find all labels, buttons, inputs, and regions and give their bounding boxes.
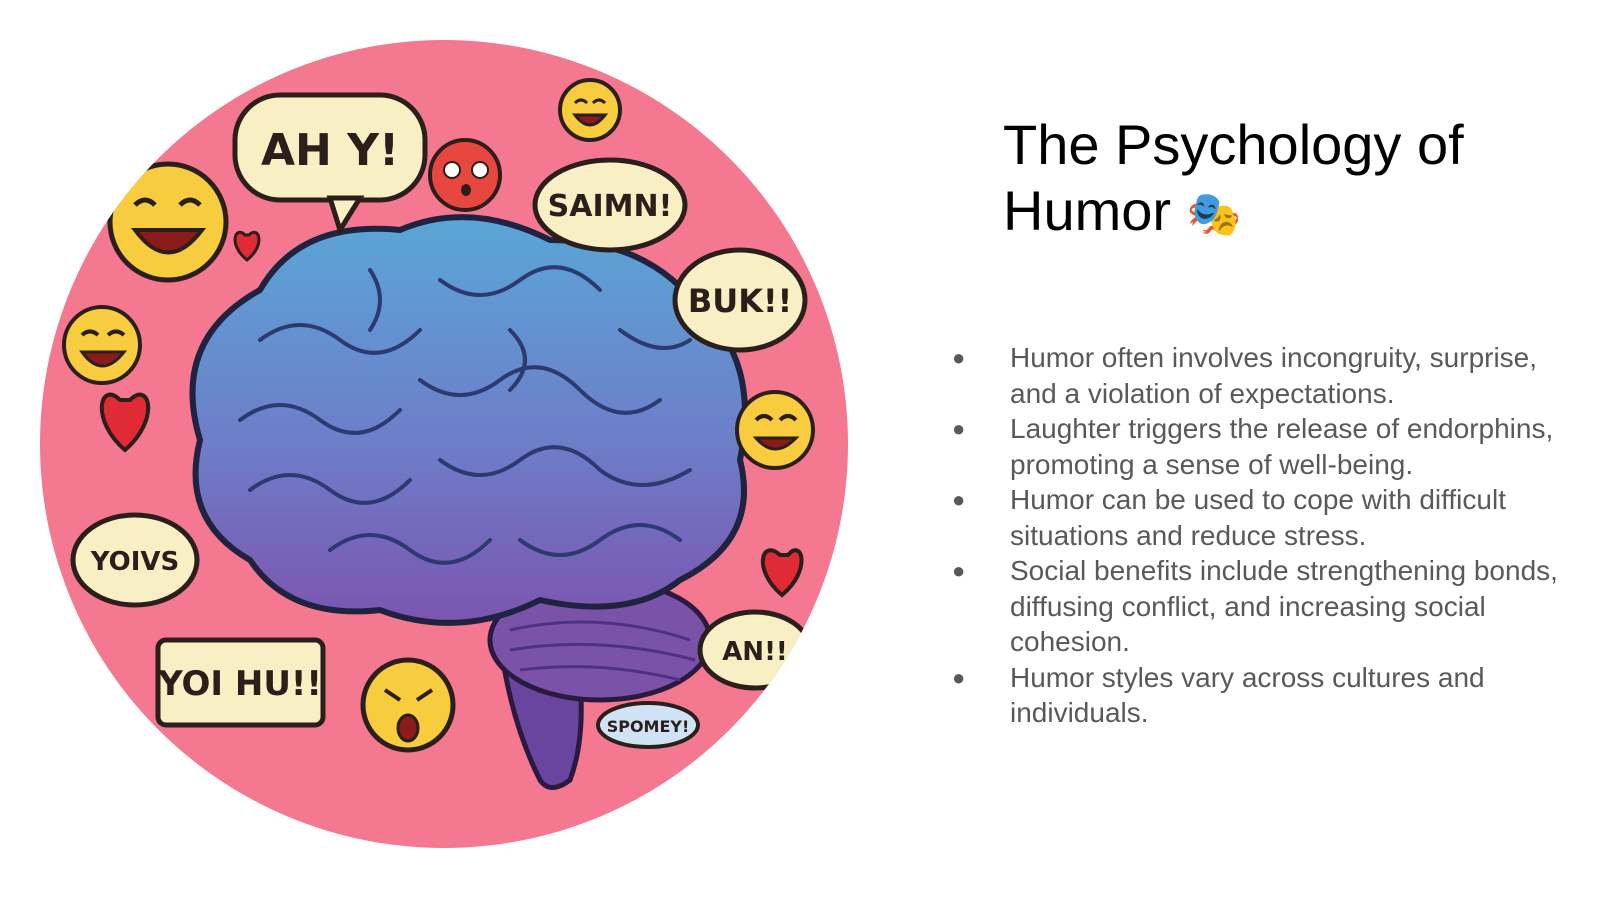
- bullet-item: ● Humor styles vary across cultures and i…: [950, 660, 1570, 731]
- bullet-marker: ●: [952, 558, 966, 583]
- surprised-emoji-icon: [360, 657, 456, 753]
- bubble-buk-text: BUK!!: [688, 282, 792, 320]
- bubble-yoi-hu: YOI HU!!: [155, 637, 326, 728]
- bullet-list: ● Humor often involves incongruity, surpr…: [950, 340, 1570, 731]
- laughing-emoji-icon: [62, 305, 142, 385]
- grinning-emoji-icon: [735, 390, 815, 470]
- bullet-item: ● Humor can be used to cope with difficul…: [950, 482, 1570, 553]
- bubble-buk: BUK!!: [672, 247, 808, 353]
- bullet-item: ● Humor often involves incongruity, surpr…: [950, 340, 1570, 411]
- bullet-text: Social benefits include strengthening bo…: [1010, 555, 1558, 657]
- bullet-text: Humor often involves incongruity, surpri…: [1010, 342, 1538, 409]
- bullet-text: Humor can be used to cope with difficult…: [1010, 484, 1506, 551]
- bullet-text: Laughter triggers the release of endorph…: [1010, 413, 1554, 480]
- bullet-marker: ●: [952, 487, 966, 512]
- laughing-emoji-icon: [107, 161, 229, 283]
- bubble-spomey-text: SPOMEY!: [607, 717, 690, 736]
- bubble-saimn-text: SAIMN!: [548, 189, 673, 224]
- brain: [189, 214, 748, 626]
- bullet-marker: ●: [952, 664, 966, 690]
- bullet-text: Humor styles vary across cultures and in…: [1010, 661, 1485, 729]
- slide-title: The Psychology of Humor 🎭: [1003, 112, 1563, 248]
- red-monster-icon: [428, 138, 502, 212]
- brain-humor-illustration: AH Y! SAIMN! BUK!! YOIVS YOI HU!! AN!! S…: [40, 40, 848, 848]
- bubble-ah-y-text: AH Y!: [261, 125, 399, 176]
- laughing-emoji-icon: [558, 78, 622, 142]
- bubble-an-text: AN!!: [722, 637, 788, 667]
- bullet-marker: ●: [952, 345, 966, 370]
- bubble-yoivs: YOIVS: [70, 512, 200, 608]
- performing-arts-icon: 🎭: [1186, 190, 1242, 240]
- bubble-saimn: SAIMN!: [532, 157, 688, 253]
- bullet-marker: ●: [952, 416, 966, 441]
- bullet-item: ● Laughter triggers the release of endorp…: [950, 411, 1570, 482]
- bubble-yoivs-text: YOIVS: [90, 547, 180, 577]
- bubble-an: AN!!: [697, 609, 813, 691]
- bullet-item: ● Social benefits include strengthening b…: [950, 553, 1570, 660]
- bubble-spomey: SPOMEY!: [596, 701, 700, 749]
- bubble-yoi-hu-text: YOI HU!!: [157, 664, 322, 704]
